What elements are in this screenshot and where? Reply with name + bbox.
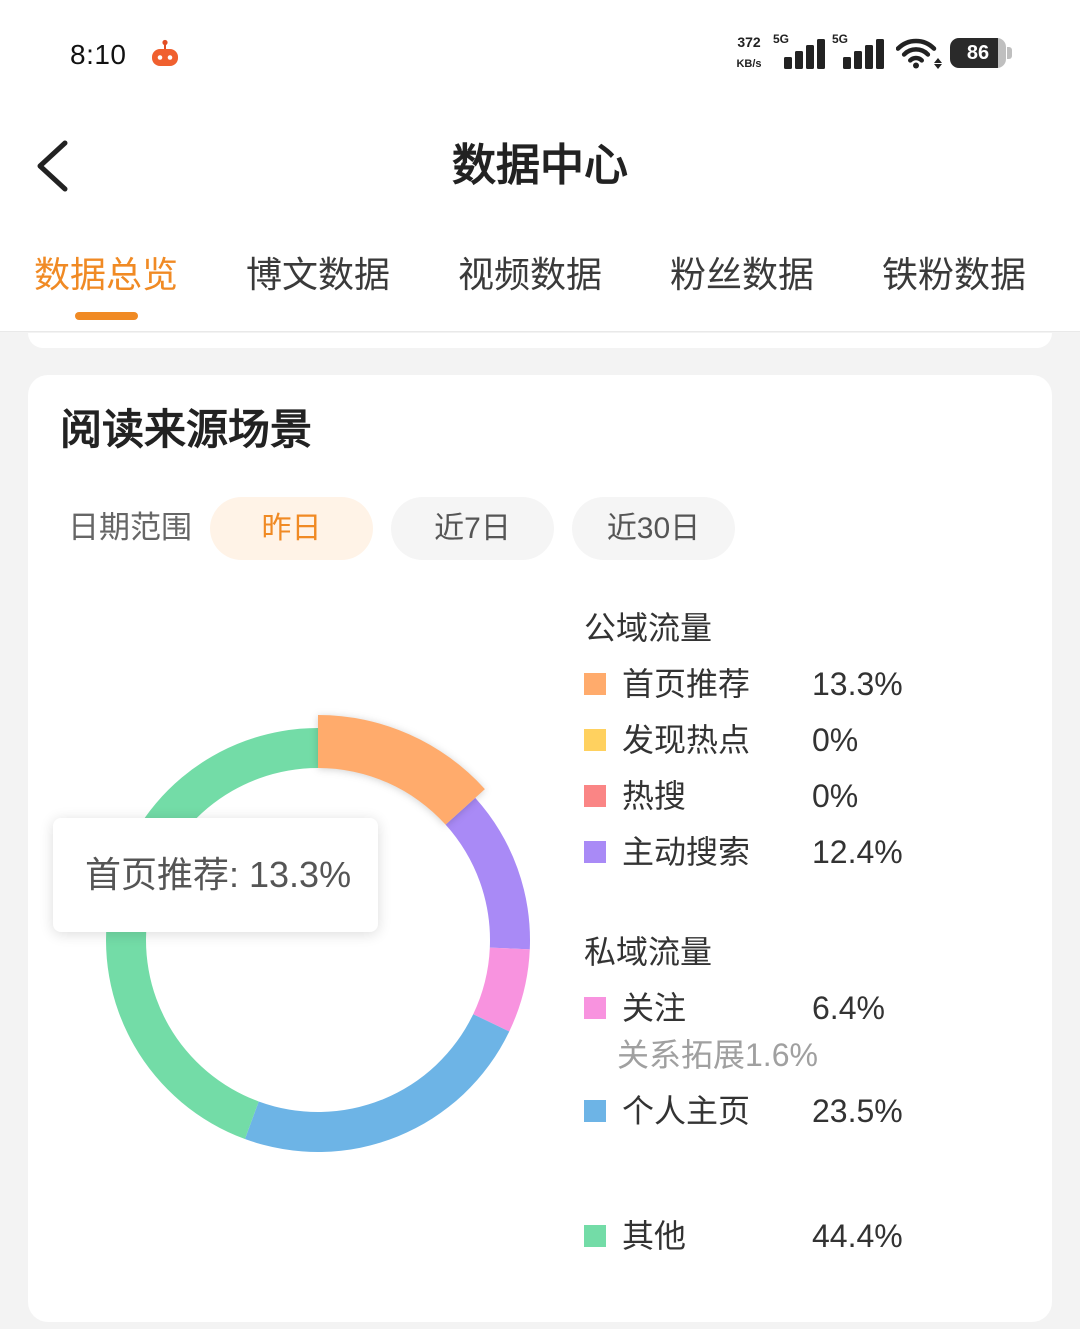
tab-label: 博文数据 <box>245 254 390 295</box>
legend-swatch <box>584 729 606 751</box>
network-speed-value: 372 <box>737 34 761 50</box>
network-speed-unit: KB/s <box>736 58 762 70</box>
legend-item-name: 热搜 <box>622 778 687 814</box>
legend-item-name: 首页推荐 <box>622 666 751 702</box>
tab-label: 粉丝数据 <box>669 254 814 295</box>
date-range-label: 日期范围 <box>68 510 192 545</box>
donut-slice-7[interactable] <box>106 728 318 1140</box>
date-chip-yesterday[interactable]: 昨日 <box>210 497 373 560</box>
legend-item-name: 主动搜索 <box>622 834 751 870</box>
tab-posts[interactable]: 博文数据 <box>212 247 424 303</box>
page-title: 数据中心 <box>452 141 628 190</box>
legend-item: 首页推荐 13.3% <box>584 656 1024 712</box>
active-tab-indicator <box>75 312 138 320</box>
legend-swatch <box>584 1225 606 1247</box>
legend-item-value: 12.4% <box>812 834 903 870</box>
legend-item-value: 0% <box>812 778 859 814</box>
tab-label: 视频数据 <box>457 254 602 295</box>
tab-overview[interactable]: 数据总览 <box>0 247 212 320</box>
legend-group-other: 其他 44.4% <box>584 1208 1024 1264</box>
screen: 8:10 372 KB/s 5G 5G 86 数据中心 数据总览 博文数据 视频… <box>0 0 1080 1329</box>
legend-swatch <box>584 673 606 695</box>
legend-item: 发现热点 0% <box>584 712 1024 768</box>
battery-level: 86 <box>966 42 990 64</box>
legend-item-value: 23.5% <box>812 1093 903 1129</box>
donut-slice-6[interactable] <box>244 1014 510 1152</box>
legend-item-name: 发现热点 <box>622 722 751 758</box>
legend-item: 其他 44.4% <box>584 1208 1024 1264</box>
signal-bars-icon <box>784 39 825 69</box>
legend-item-value: 13.3% <box>812 666 903 702</box>
date-chip-30-days[interactable]: 近30日 <box>572 497 735 560</box>
legend-item-name: 关注 <box>622 990 687 1026</box>
donut-slice-4[interactable] <box>445 797 530 950</box>
date-range-selector: 昨日 近7日 近30日 <box>210 497 735 560</box>
section-title: 阅读来源场景 <box>60 406 313 453</box>
legend-swatch <box>584 841 606 863</box>
chart-tooltip: 首页推荐: 13.3% <box>53 818 378 932</box>
tab-label: 铁粉数据 <box>881 254 1026 295</box>
legend-group-public: 公域流量 首页推荐 13.3% 发现热点 0% 热搜 0% 主动搜索 12.4% <box>584 600 1024 880</box>
legend-group-heading: 私域流量 <box>584 934 713 970</box>
legend-item: 个人主页 23.5% <box>584 1083 1024 1139</box>
legend-group-heading: 公域流量 <box>584 610 713 646</box>
tab-label: 数据总览 <box>33 254 178 295</box>
signal-bars-icon-2 <box>843 39 884 69</box>
chart-legend: 公域流量 首页推荐 13.3% 发现热点 0% 热搜 0% 主动搜索 12.4% <box>584 600 1024 1264</box>
tab-videos[interactable]: 视频数据 <box>424 247 636 303</box>
legend-swatch <box>584 1100 606 1122</box>
legend-swatch <box>584 785 606 807</box>
network-speed: 372 KB/s <box>726 33 772 73</box>
status-time: 8:10 <box>70 39 127 70</box>
legend-item-name: 其他 <box>622 1218 687 1254</box>
legend-item: 关注 6.4% <box>584 980 1024 1036</box>
tab-bar: 数据总览 博文数据 视频数据 粉丝数据 铁粉数据 <box>0 247 1080 327</box>
legend-item-value: 0% <box>812 722 859 758</box>
tab-fans[interactable]: 粉丝数据 <box>636 247 848 303</box>
legend-group-private: 私域流量 关注 6.4% 关系拓展1.6% 个人主页 23.5% <box>584 924 1024 1139</box>
legend-item-value: 6.4% <box>812 990 885 1026</box>
tab-loyal-fans[interactable]: 铁粉数据 <box>848 247 1060 303</box>
legend-item: 主动搜索 12.4% <box>584 824 1024 880</box>
wifi-icon <box>896 38 942 69</box>
legend-swatch <box>584 997 606 1019</box>
legend-item-sub-label: 关系拓展1.6% <box>617 1037 818 1073</box>
legend-item-value: 44.4% <box>812 1218 903 1254</box>
previous-card <box>28 333 1052 348</box>
donut-slice-1[interactable] <box>318 715 485 825</box>
legend-item: 热搜 0% <box>584 768 1024 824</box>
date-chip-7-days[interactable]: 近7日 <box>391 497 554 560</box>
legend-item-name: 个人主页 <box>622 1093 751 1129</box>
battery-indicator: 86 <box>950 38 1006 68</box>
robot-icon <box>152 39 178 66</box>
battery-cap <box>1007 47 1012 59</box>
